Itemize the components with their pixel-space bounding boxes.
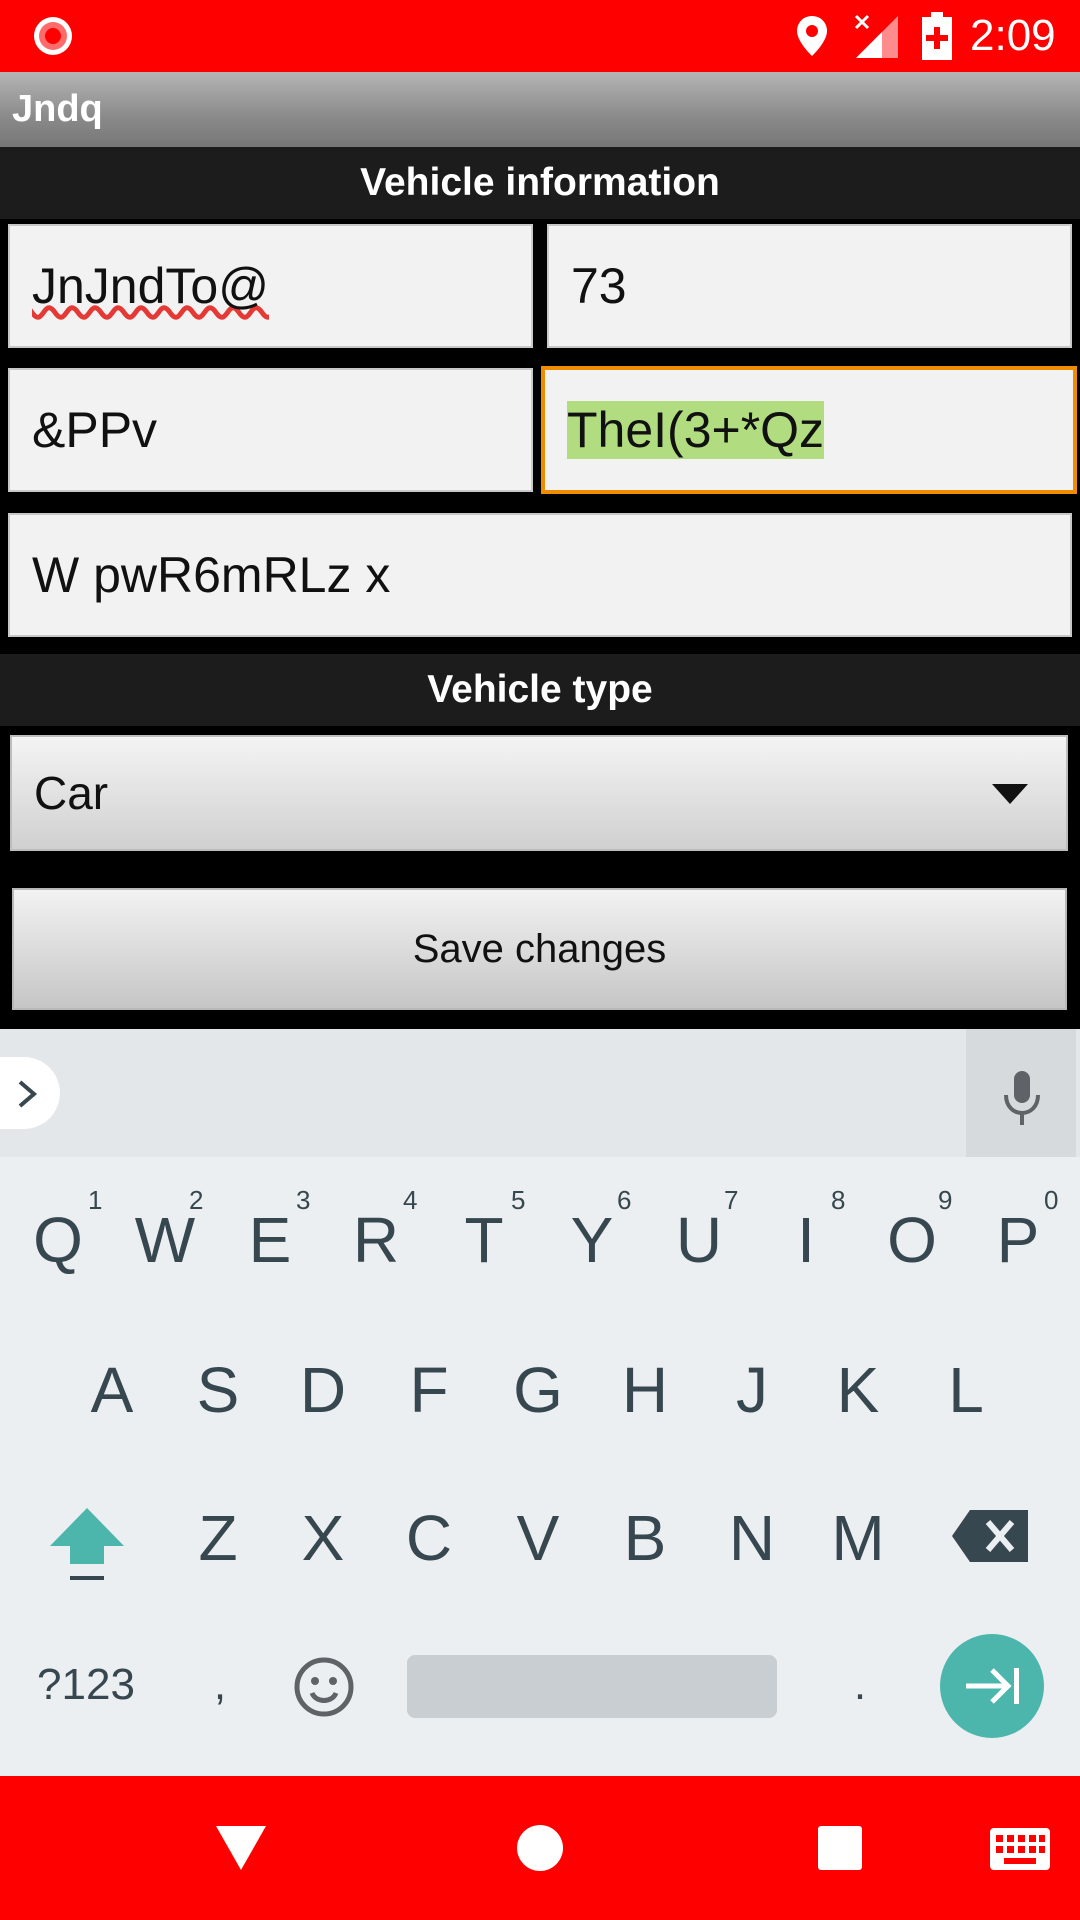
key-h[interactable]: H <box>597 1340 693 1440</box>
backspace-icon <box>952 1510 1028 1562</box>
chevron-right-icon <box>18 1080 38 1108</box>
emoji-key[interactable] <box>292 1655 356 1719</box>
enter-key[interactable] <box>940 1634 1044 1738</box>
text-field-1[interactable]: JnJndTo@ <box>8 224 533 348</box>
key-hint: 8 <box>831 1185 846 1215</box>
key-b[interactable]: B <box>597 1488 693 1588</box>
vehicle-type-spinner[interactable]: Car <box>10 735 1068 851</box>
key-c[interactable]: C <box>381 1488 477 1588</box>
vehicle-type-selected: Car <box>34 767 109 819</box>
key-hint: 7 <box>724 1185 739 1215</box>
mic-button[interactable] <box>966 1029 1076 1157</box>
save-changes-button[interactable]: Save changes <box>12 888 1067 1010</box>
key-hint: 1 <box>88 1185 103 1215</box>
key-n[interactable]: N <box>704 1488 800 1588</box>
text-field-3-value: &PPv <box>32 402 158 458</box>
key-hint: 0 <box>1044 1185 1059 1215</box>
key-s[interactable]: S <box>170 1340 266 1440</box>
suggestion-strip <box>0 1029 1080 1157</box>
dropdown-arrow-icon <box>992 784 1028 804</box>
key-a[interactable]: A <box>64 1340 160 1440</box>
battery-icon <box>922 12 952 60</box>
key-z[interactable]: Z <box>170 1488 266 1588</box>
location-icon <box>797 16 827 56</box>
text-field-1-value: JnJndTo@ <box>32 258 269 314</box>
mic-icon <box>1004 1071 1040 1125</box>
shift-icon <box>50 1508 124 1580</box>
text-field-4-value: TheI(3+*Qz <box>567 401 825 459</box>
app-title: Jndq <box>12 88 103 130</box>
emoji-icon <box>294 1657 354 1717</box>
enter-tab-icon <box>966 1668 1019 1704</box>
text-field-2[interactable]: 73 <box>547 224 1072 348</box>
key-m[interactable]: M <box>810 1488 906 1588</box>
key-hint: 2 <box>189 1185 204 1215</box>
text-field-2-value: 73 <box>571 258 627 314</box>
key-f[interactable]: F <box>381 1340 477 1440</box>
record-icon <box>34 17 72 55</box>
key-k[interactable]: K <box>810 1340 906 1440</box>
backspace-key[interactable] <box>952 1508 1030 1564</box>
vehicle-type-header: Vehicle type <box>0 654 1080 726</box>
save-changes-label: Save changes <box>412 926 667 971</box>
back-icon[interactable] <box>216 1826 266 1870</box>
period-key[interactable]: . <box>830 1640 890 1730</box>
key-l[interactable]: L <box>918 1340 1014 1440</box>
action-bar <box>0 72 1080 147</box>
text-field-5[interactable]: W pwR6mRLz x <box>8 513 1072 637</box>
signal-icon <box>854 14 898 58</box>
key-j[interactable]: J <box>704 1340 800 1440</box>
key-hint: 4 <box>403 1185 418 1215</box>
vehicle-information-header: Vehicle information <box>0 147 1080 219</box>
shift-key[interactable] <box>40 1500 134 1590</box>
key-hint: 5 <box>511 1185 526 1215</box>
home-icon[interactable] <box>516 1824 564 1872</box>
keyboard-icon[interactable] <box>990 1828 1050 1870</box>
status-clock: 2:09 <box>970 11 1056 60</box>
key-g[interactable]: G <box>490 1340 586 1440</box>
symbols-key[interactable]: ?123 <box>26 1640 146 1730</box>
recents-icon[interactable] <box>818 1826 862 1870</box>
status-bar <box>0 0 1080 72</box>
text-field-3[interactable]: &PPv <box>8 368 533 492</box>
key-x[interactable]: X <box>275 1488 371 1588</box>
key-hint: 3 <box>296 1185 311 1215</box>
text-field-4[interactable]: TheI(3+*Qz <box>541 366 1077 494</box>
space-bar[interactable] <box>407 1655 777 1718</box>
key-v[interactable]: V <box>490 1488 586 1588</box>
key-hint: 6 <box>617 1185 632 1215</box>
key-d[interactable]: D <box>275 1340 371 1440</box>
text-field-5-value: W pwR6mRLz x <box>32 547 391 603</box>
key-hint: 9 <box>938 1185 953 1215</box>
comma-key[interactable]: , <box>190 1640 250 1730</box>
